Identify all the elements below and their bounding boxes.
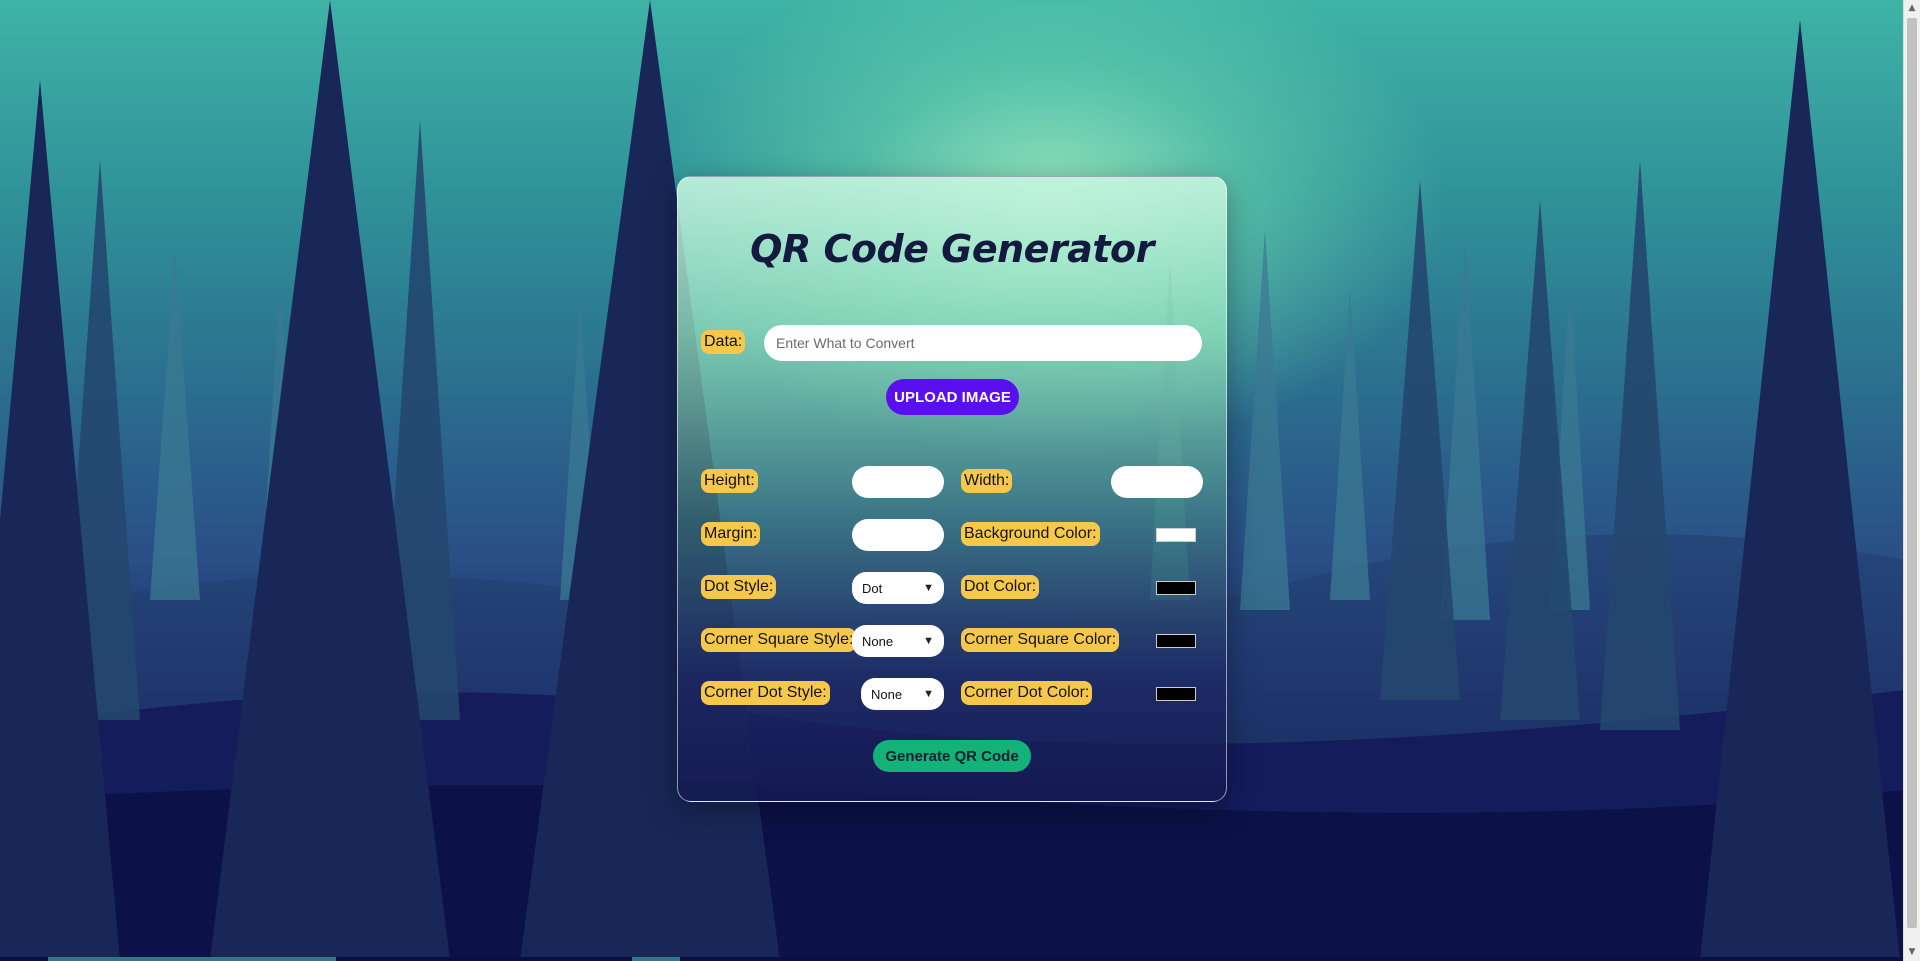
corner-dot-style-value: None bbox=[871, 686, 903, 702]
corner-square-style-value: None bbox=[862, 633, 894, 649]
generate-qr-code-button[interactable]: Generate QR Code bbox=[873, 740, 1031, 772]
data-label: Data: bbox=[701, 330, 746, 354]
scroll-down-icon[interactable]: ▼ bbox=[1907, 946, 1917, 958]
corner-square-style-label: Corner Square Style: bbox=[701, 628, 857, 652]
vertical-scrollbar[interactable]: ▲ ▼ bbox=[1903, 0, 1920, 961]
corner-dot-color-label: Corner Dot Color: bbox=[961, 681, 1093, 705]
corner-dot-style-label: Corner Dot Style: bbox=[701, 681, 830, 705]
dot-style-value: Dot bbox=[862, 580, 883, 596]
qr-generator-card: QR Code Generator Data: UPLOAD IMAGE Hei… bbox=[677, 176, 1227, 802]
bottom-strip bbox=[0, 957, 1904, 961]
upload-image-button[interactable]: UPLOAD IMAGE bbox=[886, 379, 1019, 415]
data-input[interactable] bbox=[764, 325, 1202, 361]
scrollbar-thumb[interactable] bbox=[1907, 18, 1917, 928]
chevron-down-icon: ▼ bbox=[923, 582, 934, 594]
corner-square-color-label: Corner Square Color: bbox=[961, 628, 1120, 652]
background-color-label: Background Color: bbox=[961, 522, 1100, 546]
margin-input[interactable] bbox=[852, 519, 944, 551]
height-input[interactable] bbox=[852, 466, 944, 498]
corner-square-style-select[interactable]: None ▼ bbox=[852, 625, 944, 657]
dot-style-select[interactable]: Dot ▼ bbox=[852, 572, 944, 604]
width-label: Width: bbox=[961, 469, 1013, 493]
width-input[interactable] bbox=[1111, 466, 1203, 498]
corner-dot-color-picker[interactable] bbox=[1156, 687, 1196, 701]
margin-label: Margin: bbox=[701, 522, 761, 546]
background-color-picker[interactable] bbox=[1156, 528, 1196, 542]
corner-square-color-picker[interactable] bbox=[1156, 634, 1196, 648]
corner-dot-style-select[interactable]: None ▼ bbox=[861, 678, 944, 710]
scroll-up-icon[interactable]: ▲ bbox=[1907, 2, 1917, 14]
dot-style-label: Dot Style: bbox=[701, 575, 777, 599]
dot-color-label: Dot Color: bbox=[961, 575, 1040, 599]
chevron-down-icon: ▼ bbox=[923, 688, 934, 700]
dot-color-picker[interactable] bbox=[1156, 581, 1196, 595]
height-label: Height: bbox=[701, 469, 758, 493]
page-title: QR Code Generator bbox=[750, 227, 1154, 271]
chevron-down-icon: ▼ bbox=[923, 635, 934, 647]
